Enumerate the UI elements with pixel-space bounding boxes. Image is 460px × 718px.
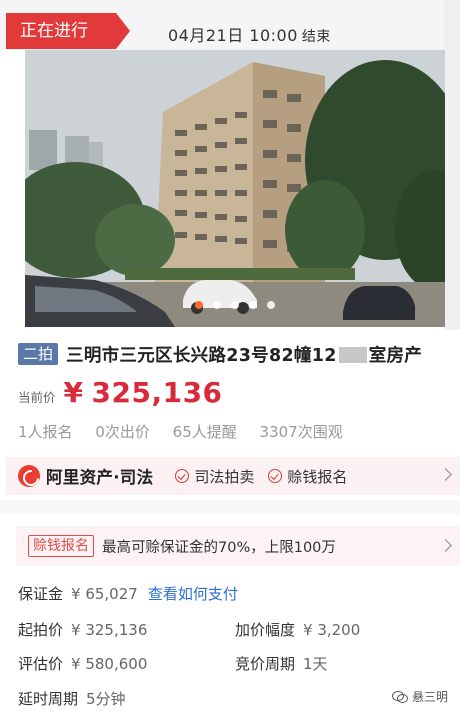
increment-row: 加价幅度 ¥ 3,200 bbox=[235, 619, 360, 640]
platform-bar[interactable]: 阿里资产·司法 司法拍卖 赊钱报名 bbox=[6, 457, 460, 495]
bid-count: 0次出价 bbox=[95, 423, 150, 441]
promo-tag: 赊钱报名 bbox=[28, 535, 94, 557]
carousel-dot[interactable] bbox=[267, 301, 275, 309]
title-text-start: 三明市三元区长兴路23号82幢12 bbox=[66, 345, 337, 366]
check-circle-icon bbox=[268, 469, 283, 483]
feature-label: 赊钱报名 bbox=[287, 467, 348, 486]
start-price-row: 起拍价 ¥ 325,136 bbox=[18, 619, 147, 640]
auction-status-bar: 正在进行 04月21日 10:00 结束 bbox=[0, 0, 460, 50]
delay-period-value: 5分钟 bbox=[86, 690, 126, 708]
appraisal-label: 评估价 bbox=[18, 655, 64, 673]
wechat-watermark: 悬三明 bbox=[391, 688, 448, 705]
promo-text: 最高可赊保证金的70%，上限100万 bbox=[102, 539, 336, 556]
delay-period-label: 延时周期 bbox=[18, 690, 79, 708]
property-photo-carousel[interactable] bbox=[25, 50, 445, 327]
end-time-suffix: 结束 bbox=[301, 29, 331, 45]
credit-signup-promo[interactable]: 赊钱报名 最高可赊保证金的70%，上限100万 bbox=[16, 526, 460, 566]
currency-symbol: ¥ bbox=[63, 376, 84, 409]
appraisal-row: 评估价 ¥ 580,600 bbox=[18, 653, 147, 674]
auction-stats: 1人报名 0次出价 65人提醒 3307次围观 bbox=[18, 421, 361, 442]
carousel-dot[interactable] bbox=[231, 301, 239, 309]
view-count: 3307次围观 bbox=[259, 423, 343, 441]
status-tag: 正在进行 bbox=[6, 13, 130, 49]
reminder-count: 65人提醒 bbox=[172, 423, 237, 441]
end-time: 04月21日 10:00 结束 bbox=[168, 22, 331, 46]
platform-brand: 阿里资产·司法 bbox=[46, 468, 154, 487]
chevron-right-icon[interactable] bbox=[439, 539, 452, 552]
deposit-value: ¥ 65,027 bbox=[71, 585, 138, 603]
current-price-row: 当前价 ¥325,136 bbox=[18, 376, 223, 409]
alibaba-asset-logo-icon bbox=[18, 465, 40, 487]
carousel-indicator bbox=[25, 301, 445, 309]
side-edge bbox=[444, 0, 460, 330]
how-to-pay-link[interactable]: 查看如何支付 bbox=[148, 585, 238, 603]
appraisal-value: ¥ 580,600 bbox=[71, 655, 148, 673]
delay-period-row: 延时周期 5分钟 bbox=[18, 688, 126, 709]
signup-count: 1人报名 bbox=[18, 423, 73, 441]
bid-period-row: 竞价周期 1天 bbox=[235, 653, 328, 674]
deposit-row: 保证金 ¥ 65,027 查看如何支付 bbox=[18, 583, 238, 604]
current-price-value: 325,136 bbox=[91, 376, 223, 409]
carousel-dot[interactable] bbox=[213, 301, 221, 309]
feature-judicial-auction: 司法拍卖 bbox=[175, 466, 254, 487]
start-price-value: ¥ 325,136 bbox=[71, 621, 148, 639]
listing-title: 三明市三元区长兴路23号82幢12 室房产 bbox=[66, 342, 422, 367]
check-circle-icon bbox=[175, 469, 190, 483]
end-time-value: 04月21日 10:00 bbox=[168, 26, 298, 45]
carousel-dot[interactable] bbox=[195, 301, 203, 309]
deposit-label: 保证金 bbox=[18, 585, 64, 603]
bid-period-value: 1天 bbox=[303, 655, 328, 673]
current-price: ¥325,136 bbox=[64, 376, 223, 409]
feature-credit-signup: 赊钱报名 bbox=[268, 466, 347, 487]
redacted-mask bbox=[338, 346, 367, 363]
increment-label: 加价幅度 bbox=[235, 621, 296, 639]
start-price-label: 起拍价 bbox=[18, 621, 64, 639]
feature-label: 司法拍卖 bbox=[194, 467, 255, 486]
bid-period-label: 竞价周期 bbox=[235, 655, 296, 673]
title-text-end: 室房产 bbox=[368, 345, 423, 366]
increment-value: ¥ 3,200 bbox=[303, 621, 361, 639]
listing-title-row: 二拍 三明市三元区长兴路23号82幢12 室房产 bbox=[18, 342, 448, 366]
section-divider bbox=[0, 500, 460, 514]
watermark-text: 悬三明 bbox=[411, 690, 448, 704]
auction-round-badge: 二拍 bbox=[18, 343, 59, 365]
current-price-label: 当前价 bbox=[18, 390, 56, 405]
carousel-dot[interactable] bbox=[249, 301, 257, 309]
chevron-right-icon[interactable] bbox=[439, 468, 452, 481]
wechat-icon bbox=[391, 690, 408, 703]
property-photo bbox=[25, 50, 445, 327]
